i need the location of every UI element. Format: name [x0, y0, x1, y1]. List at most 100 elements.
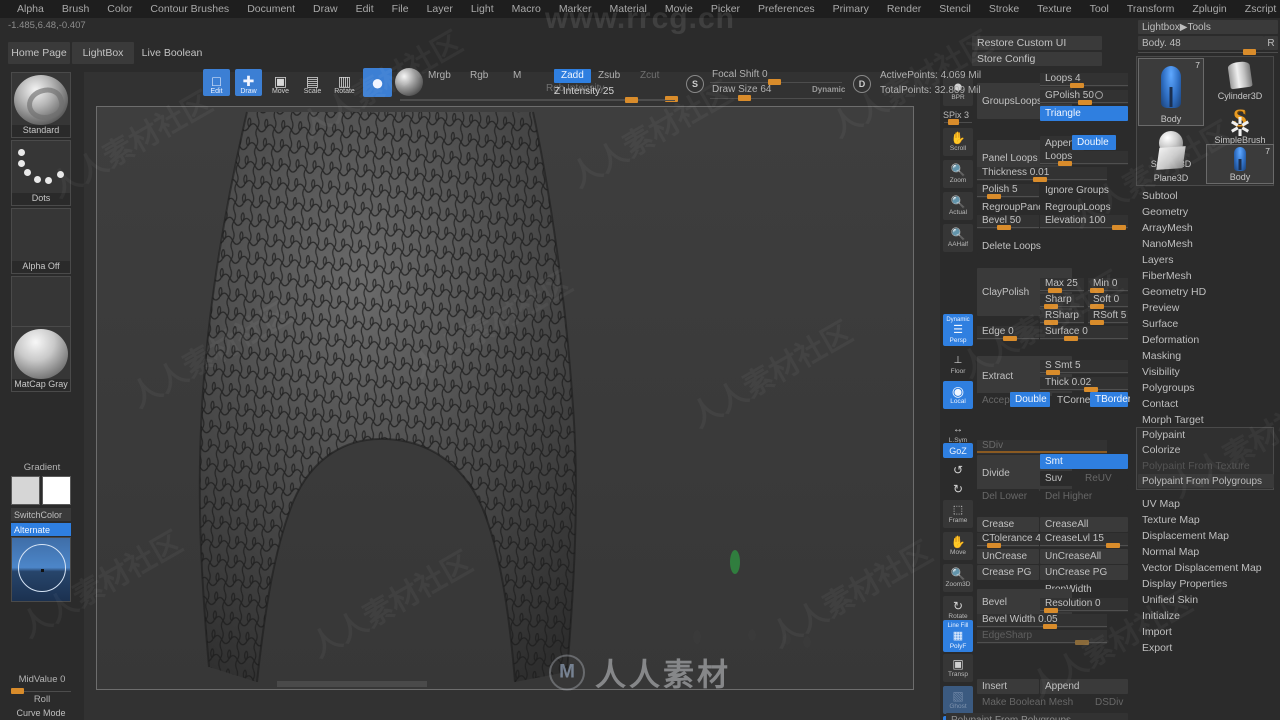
zoom-button[interactable]: 🔍 Zoom	[943, 160, 973, 188]
del-higher-button[interactable]: Del Higher	[1040, 489, 1128, 504]
curve-mode-button[interactable]: Curve Mode	[11, 706, 71, 719]
perspective-button[interactable]: Dynamic ☰ Persp	[943, 314, 973, 346]
draw-size-picker-button[interactable]: S	[686, 75, 704, 93]
palette-import[interactable]: Import	[1138, 624, 1274, 640]
crease-lvl-knob[interactable]	[1106, 543, 1120, 548]
spix-slider-track[interactable]	[944, 119, 972, 125]
rsharp-knob[interactable]	[1044, 320, 1058, 325]
palette-preview[interactable]: Preview	[1138, 300, 1274, 316]
move-3d-button[interactable]: ✋ Move	[943, 532, 973, 560]
palette-initialize[interactable]: Initialize	[1138, 608, 1274, 624]
bevel-width-knob[interactable]	[1043, 624, 1057, 629]
palette-visibility[interactable]: Visibility	[1138, 364, 1274, 380]
palette-contact[interactable]: Contact	[1138, 396, 1274, 412]
edge-sharp-knob[interactable]	[1075, 640, 1089, 645]
current-material-swatch[interactable]	[395, 68, 423, 96]
tool-scroll-knob[interactable]	[1243, 49, 1256, 55]
palette-texture-map[interactable]: Texture Map	[1138, 512, 1274, 528]
menu-item-layer[interactable]: Layer	[418, 0, 462, 18]
rgb-intensity-knob[interactable]	[665, 96, 678, 102]
live-boolean-button[interactable]: Live Boolean	[136, 42, 208, 64]
menu-item-document[interactable]: Document	[238, 0, 304, 18]
thickness-knob[interactable]	[1033, 177, 1047, 182]
rotate-mode-button[interactable]: ▥ Rotate	[331, 69, 358, 96]
color-picker-wheel[interactable]	[11, 537, 71, 602]
sharp-knob[interactable]	[1044, 304, 1058, 309]
elevation-knob[interactable]	[1112, 225, 1126, 230]
scale-mode-button[interactable]: ▤ Scale	[299, 69, 326, 96]
crease-lvl-slider[interactable]: CreaseLvl 15	[1040, 533, 1128, 548]
polish-knob[interactable]	[987, 194, 1001, 199]
loops-knob[interactable]	[1070, 83, 1084, 88]
ctolerance-slider[interactable]: CTolerance 45	[977, 533, 1046, 548]
palette-surface[interactable]: Surface	[1138, 316, 1274, 332]
menu-item-tool[interactable]: Tool	[1081, 0, 1118, 18]
double-button-extract[interactable]: Double	[1010, 392, 1050, 407]
smt-button[interactable]: Smt	[1040, 454, 1128, 469]
zsub-toggle[interactable]: Zsub	[598, 70, 620, 81]
rsoft-knob[interactable]	[1090, 320, 1104, 325]
bevel-width-slider[interactable]: Bevel Width 0.05	[977, 614, 1107, 629]
menu-item-light[interactable]: Light	[462, 0, 503, 18]
menu-item-alpha[interactable]: Alpha	[8, 0, 53, 18]
max-slider[interactable]: Max 25	[1040, 278, 1084, 293]
polypaint-from-polygroups-bottom-button[interactable]: Polypaint From Polygroups	[946, 713, 1128, 720]
double-button-panel[interactable]: Double	[1072, 135, 1116, 150]
sdiv-slider[interactable]: SDiv	[977, 440, 1107, 454]
delete-loops-button[interactable]: Delete Loops	[977, 239, 1107, 254]
dynamic-toggle[interactable]: Dynamic	[812, 85, 845, 94]
regroup-loops-button[interactable]: RegroupLoops	[1040, 200, 1128, 215]
menu-item-color[interactable]: Color	[98, 0, 141, 18]
menu-item-material[interactable]: Material	[600, 0, 655, 18]
palette-nanomesh[interactable]: NanoMesh	[1138, 236, 1274, 252]
palette-subtool[interactable]: Subtool	[1138, 188, 1274, 204]
ctolerance-knob[interactable]	[987, 543, 1001, 548]
make-boolean-mesh-button[interactable]: Make Boolean Mesh	[977, 695, 1077, 710]
edge-sharp-slider[interactable]: EdgeSharp	[977, 630, 1107, 645]
soft-knob[interactable]	[1090, 304, 1104, 309]
menu-item-draw[interactable]: Draw	[304, 0, 347, 18]
stroke-selector[interactable]: Dots	[11, 140, 71, 206]
zoom-3d-button[interactable]: 🔍 Zoom3D	[943, 564, 973, 592]
append-mesh-button[interactable]: Append	[1040, 679, 1128, 694]
palette-normal-map[interactable]: Normal Map	[1138, 544, 1274, 560]
crease-pg-button[interactable]: Crease PG	[977, 565, 1039, 580]
alternate-button[interactable]: Alternate	[11, 523, 71, 536]
crease-button[interactable]: Crease	[977, 517, 1039, 532]
panel-loops-knob[interactable]	[1058, 161, 1072, 166]
insert-button[interactable]: Insert	[977, 679, 1039, 694]
menu-item-marker[interactable]: Marker	[550, 0, 601, 18]
surface-slider[interactable]: Surface 0	[1040, 326, 1128, 341]
palette-vector-displacement-map[interactable]: Vector Displacement Map	[1138, 560, 1274, 576]
palette-arraymesh[interactable]: ArrayMesh	[1138, 220, 1274, 236]
polish-slider[interactable]: Polish 5	[977, 184, 1039, 199]
canvas-horizontal-scrollbar[interactable]	[277, 681, 427, 687]
switch-color-button[interactable]: SwitchColor	[11, 508, 71, 521]
mrgb-toggle[interactable]: Mrgb	[428, 70, 451, 81]
undo-button[interactable]: ↺	[943, 461, 973, 479]
home-page-button[interactable]: Home Page	[8, 42, 70, 64]
local-button[interactable]: ◉ Local	[943, 381, 973, 409]
ghost-button[interactable]: ▧ Ghost	[943, 686, 973, 714]
menu-item-zplugin[interactable]: Zplugin	[1183, 0, 1235, 18]
palette-deformation[interactable]: Deformation	[1138, 332, 1274, 348]
menu-item-edit[interactable]: Edit	[347, 0, 383, 18]
s-smt-slider[interactable]: S Smt 5	[1040, 360, 1128, 375]
thick-slider[interactable]: Thick 0.02	[1040, 377, 1128, 392]
draw-mode-button[interactable]: ✚ Draw	[235, 69, 262, 96]
current-tool-button[interactable]: Body. 48	[1138, 36, 1264, 50]
roll-label[interactable]: Roll	[0, 694, 84, 705]
focal-shift-slider[interactable]	[710, 79, 842, 85]
palette-masking[interactable]: Masking	[1138, 348, 1274, 364]
resolution-knob[interactable]	[1044, 608, 1058, 613]
palette-polygroups[interactable]: Polygroups	[1138, 380, 1274, 396]
material-selector-button[interactable]: ●	[363, 68, 392, 97]
document-area[interactable]	[96, 106, 914, 690]
material-selector[interactable]: MatCap Gray	[11, 326, 71, 392]
secondary-color-swatch[interactable]	[42, 476, 71, 505]
min-knob[interactable]	[1090, 288, 1104, 293]
palette-geometry-hd[interactable]: Geometry HD	[1138, 284, 1274, 300]
sculpt-model-viewport[interactable]	[97, 107, 915, 691]
polypaint-from-polygroups-button[interactable]: Polypaint From Polygroups	[1138, 474, 1274, 488]
alpha-selector[interactable]: Alpha Off	[11, 208, 71, 274]
